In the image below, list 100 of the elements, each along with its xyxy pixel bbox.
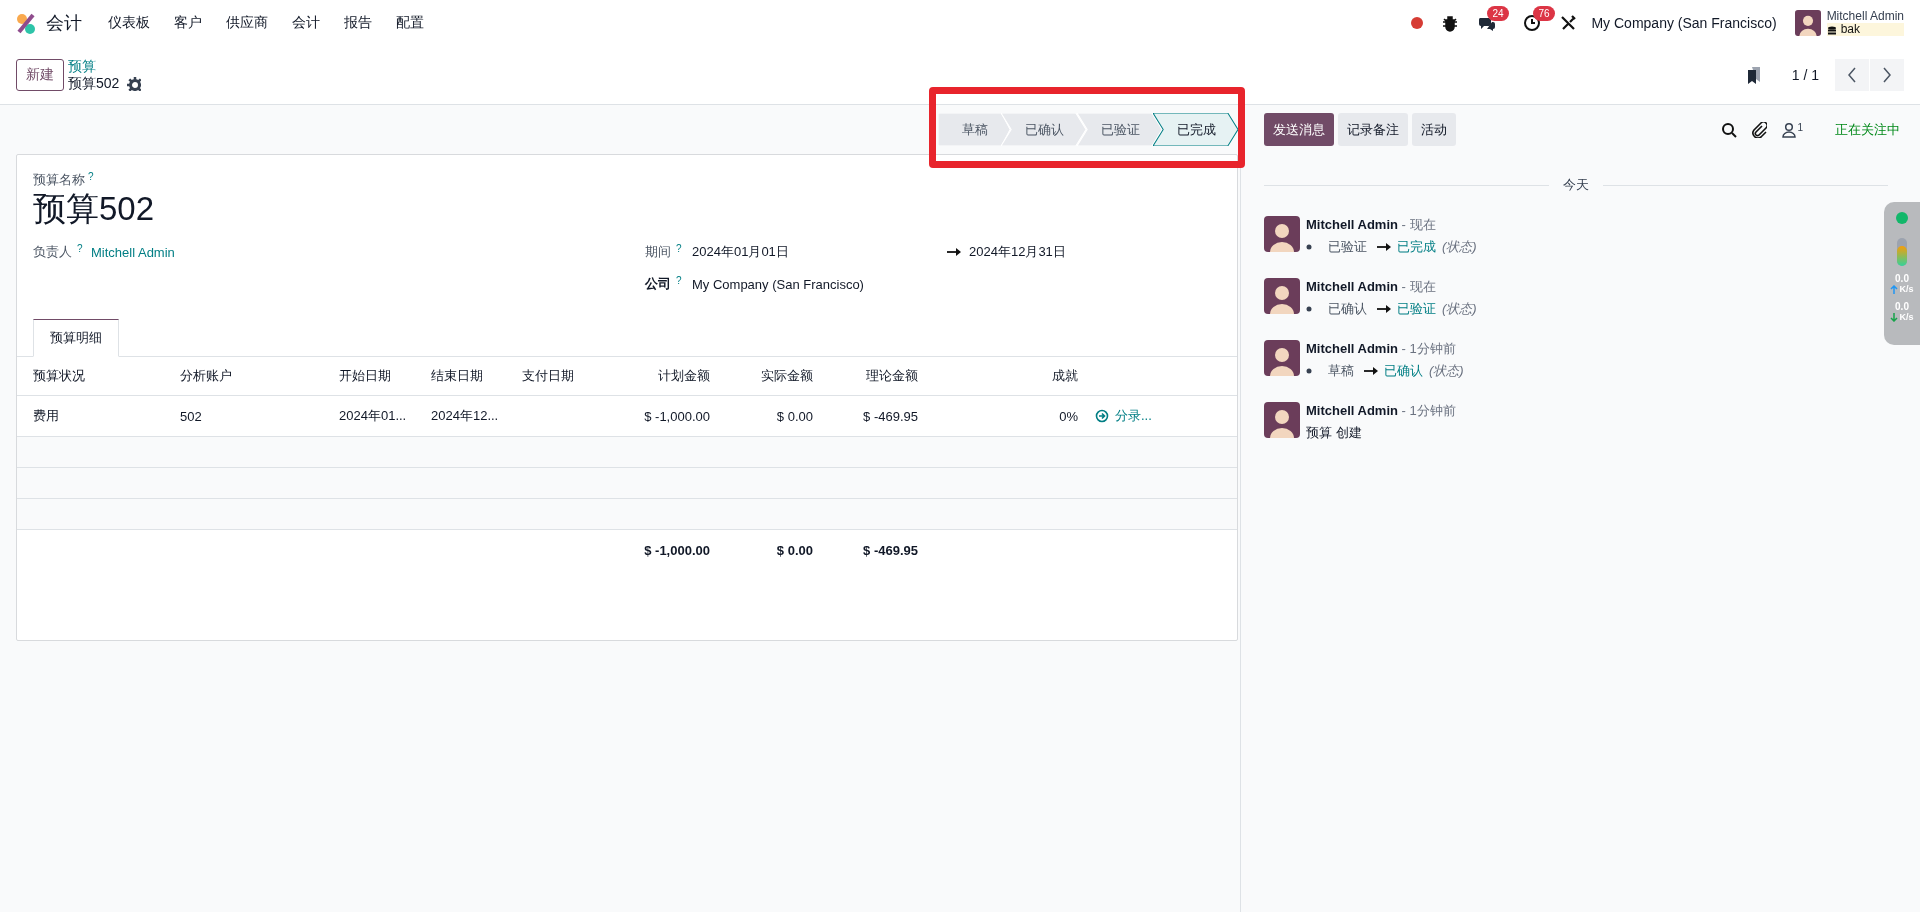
menu-item[interactable]: 仪表板	[96, 14, 162, 32]
download-arrow-icon	[1890, 312, 1899, 322]
message-time: - 1分钟前	[1401, 403, 1456, 418]
gauge-icon	[1897, 238, 1907, 266]
paperclip-icon[interactable]	[1751, 121, 1768, 138]
help-mark: ?	[77, 243, 83, 256]
speed-unit: K/s	[1899, 284, 1914, 294]
total-cell-text: $ -1,000.00	[643, 542, 711, 558]
arrow-icon	[1377, 241, 1391, 253]
recording-dot-icon[interactable]	[1411, 17, 1424, 29]
followers-icon[interactable]	[1781, 121, 1798, 138]
column-header[interactable]: 开始日期	[339, 367, 431, 385]
table-cell-text: $ 0.00	[775, 408, 814, 424]
menu-item[interactable]: 供应商	[214, 14, 280, 32]
help-mark: ?	[88, 171, 94, 182]
company-switcher[interactable]: My Company (San Francisco)	[1591, 15, 1777, 31]
message-count-badge: 24	[1487, 6, 1509, 21]
pager-value[interactable]: 1 / 1	[1791, 67, 1819, 83]
record-title: 预算502	[68, 75, 120, 92]
settings-icon[interactable]	[127, 76, 142, 91]
chatter-button[interactable]: 记录备注	[1338, 113, 1408, 146]
following-status[interactable]: 正在关注中	[1835, 120, 1900, 139]
upload-arrow-icon	[1890, 284, 1899, 294]
field-label: 负责人	[33, 243, 72, 261]
date-separator: 今天	[1563, 176, 1589, 194]
arrow-icon	[947, 246, 961, 258]
column-header[interactable]: 支付日期	[522, 367, 612, 385]
chevron-right-icon	[1880, 66, 1894, 84]
avatar-icon	[1264, 402, 1300, 438]
table-cell-text: 2024年12...	[431, 407, 500, 425]
bookmarks-icon[interactable]	[1745, 66, 1762, 84]
total-cell-text: $ -469.95	[862, 542, 919, 558]
field-label: 公司	[645, 275, 671, 293]
message-time: - 现在	[1401, 279, 1436, 294]
bullet-icon	[1306, 306, 1312, 312]
chevron-left-icon	[1845, 66, 1859, 84]
tools-icon[interactable]	[1559, 14, 1578, 32]
column-header[interactable]: 实际金额	[718, 367, 821, 385]
user-name[interactable]: Mitchell Admin	[1826, 10, 1904, 23]
arrow-icon	[1364, 365, 1378, 377]
table-cell-text: 0%	[1058, 408, 1079, 424]
menu-item[interactable]: 报告	[332, 14, 384, 32]
search-icon[interactable]	[1721, 121, 1738, 138]
responsible-field[interactable]: Mitchell Admin	[91, 244, 175, 260]
new-value: 已完成	[1397, 238, 1436, 256]
table-cell-text: $ -1,000.00	[643, 408, 711, 424]
app-name[interactable]: 会计	[46, 11, 82, 35]
status-stage[interactable]: 草稿	[938, 113, 1010, 146]
avatar-icon	[1264, 216, 1300, 252]
start-date-field[interactable]: 2024年01月01日	[692, 243, 947, 261]
bullet-icon	[1306, 244, 1312, 250]
menu-item[interactable]: 客户	[162, 14, 214, 32]
status-stage[interactable]: 已确认	[1001, 113, 1086, 146]
table-cell-text: 费用	[33, 407, 60, 425]
message-author: Mitchell Admin	[1306, 279, 1398, 294]
database-icon	[1826, 24, 1837, 35]
chatter-button[interactable]: 发送消息	[1264, 113, 1334, 146]
column-header[interactable]: 理论金额	[821, 367, 926, 385]
arrow-circle-icon	[1095, 409, 1109, 423]
company-field[interactable]: My Company (San Francisco)	[692, 276, 864, 292]
follower-count[interactable]: 1	[1797, 121, 1803, 133]
entries-link[interactable]: 分录...	[1086, 407, 1237, 425]
form-tab[interactable]: 预算明细	[33, 319, 119, 357]
field-label: 期间	[645, 243, 671, 261]
new-button[interactable]: 新建	[16, 59, 64, 91]
chatter-button[interactable]: 活动	[1412, 113, 1456, 146]
column-header[interactable]: 结束日期	[431, 367, 522, 385]
menu-item[interactable]: 配置	[384, 14, 436, 32]
avatar-icon[interactable]	[1794, 10, 1821, 36]
status-stage[interactable]: 已验证	[1077, 113, 1162, 146]
column-header[interactable]: 计划金额	[612, 367, 718, 385]
bug-icon[interactable]	[1441, 14, 1460, 32]
breadcrumb-link[interactable]: 预算	[68, 58, 142, 75]
avatar-icon	[1264, 340, 1300, 376]
next-button[interactable]	[1870, 59, 1904, 91]
old-value: 已验证	[1328, 238, 1367, 256]
end-date-field[interactable]: 2024年12月31日	[969, 243, 1066, 261]
activity-count-badge: 76	[1533, 6, 1555, 21]
column-header[interactable]: 成就	[926, 367, 1086, 385]
menu-item[interactable]: 会计	[280, 14, 332, 32]
column-header[interactable]: 预算状况	[33, 367, 180, 385]
app-logo-icon[interactable]	[16, 12, 36, 34]
previous-button[interactable]	[1835, 59, 1869, 91]
message-body: 预算 创建	[1306, 424, 1362, 442]
column-header[interactable]: 分析账户	[180, 367, 339, 385]
message-time: - 现在	[1401, 217, 1436, 232]
table-cell-text: 2024年01...	[339, 407, 408, 425]
bullet-icon	[1306, 368, 1312, 374]
message-author: Mitchell Admin	[1306, 341, 1398, 356]
status-stage[interactable]: 已完成	[1153, 113, 1238, 146]
status-dot-icon	[1896, 212, 1908, 224]
avatar-icon	[1264, 278, 1300, 314]
field-name: (状态)	[1442, 238, 1477, 256]
old-value: 草稿	[1328, 362, 1354, 380]
message-author: Mitchell Admin	[1306, 403, 1398, 418]
table-cell-text: $ -469.95	[862, 408, 919, 424]
new-value: 已确认	[1384, 362, 1423, 380]
budget-name-field[interactable]: 预算502	[33, 189, 1221, 229]
old-value: 已确认	[1328, 300, 1367, 318]
new-value: 已验证	[1397, 300, 1436, 318]
